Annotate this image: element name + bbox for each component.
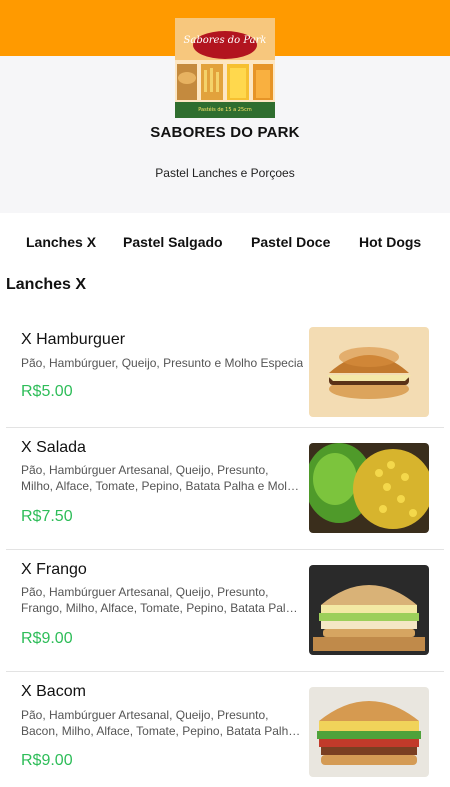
logo-caption: Pastéis de 15 a 25cm: [198, 106, 252, 113]
item-name: X Salada: [21, 439, 86, 456]
item-description: Pão, Hambúrguer Artesanal, Queijo, Presu…: [21, 585, 299, 615]
bacon-sandwich-photo: [309, 687, 429, 777]
section-title: Lanches X: [6, 276, 87, 293]
menu-item[interactable]: X Salada Pão, Hambúrguer Artesanal, Quei…: [6, 428, 444, 550]
logo-image: Sabores do Park Pastéis de 15 a 25cm: [175, 18, 275, 118]
store-subtitle: Pastel Lanches e Porçoes: [155, 166, 295, 180]
item-description: Pão, Hambúrguer, Queijo, Presunto e Molh…: [21, 356, 303, 370]
burger-photo: [309, 327, 429, 417]
menu-item[interactable]: X Hamburguer Pão, Hambúrguer, Queijo, Pr…: [6, 318, 444, 428]
item-price: R$9.00: [21, 752, 73, 769]
logo-text: Sabores do Park: [184, 35, 267, 46]
category-tabs: Lanches X Pastel Salgado Pastel Doce Hot…: [0, 226, 450, 258]
item-name: X Frango: [21, 561, 87, 578]
store-name: SABORES DO PARK: [150, 124, 300, 141]
item-price: R$9.00: [21, 630, 73, 647]
store-logo: Sabores do Park Pastéis de 15 a 25cm: [175, 18, 275, 118]
item-description: Pão, Hambúrguer Artesanal, Queijo, Presu…: [21, 708, 295, 738]
tab-pastel-salgado[interactable]: Pastel Salgado: [123, 226, 223, 250]
tab-lanches-x[interactable]: Lanches X: [26, 226, 96, 250]
item-price: R$7.50: [21, 508, 73, 525]
menu-item[interactable]: X Bacom Pão, Hambúrguer Artesanal, Queij…: [6, 672, 444, 787]
chicken-sandwich-photo: [309, 565, 429, 655]
item-name: X Hamburguer: [21, 331, 126, 348]
salad-photo: [309, 443, 429, 533]
item-description: Pão, Hambúrguer Artesanal, Queijo, Presu…: [21, 463, 301, 493]
item-name: X Bacom: [21, 683, 86, 700]
tab-pastel-doce[interactable]: Pastel Doce: [251, 226, 330, 250]
item-price: R$5.00: [21, 383, 73, 400]
menu-item[interactable]: X Frango Pão, Hambúrguer Artesanal, Quei…: [6, 550, 444, 672]
tab-hot-dogs[interactable]: Hot Dogs: [359, 226, 421, 250]
